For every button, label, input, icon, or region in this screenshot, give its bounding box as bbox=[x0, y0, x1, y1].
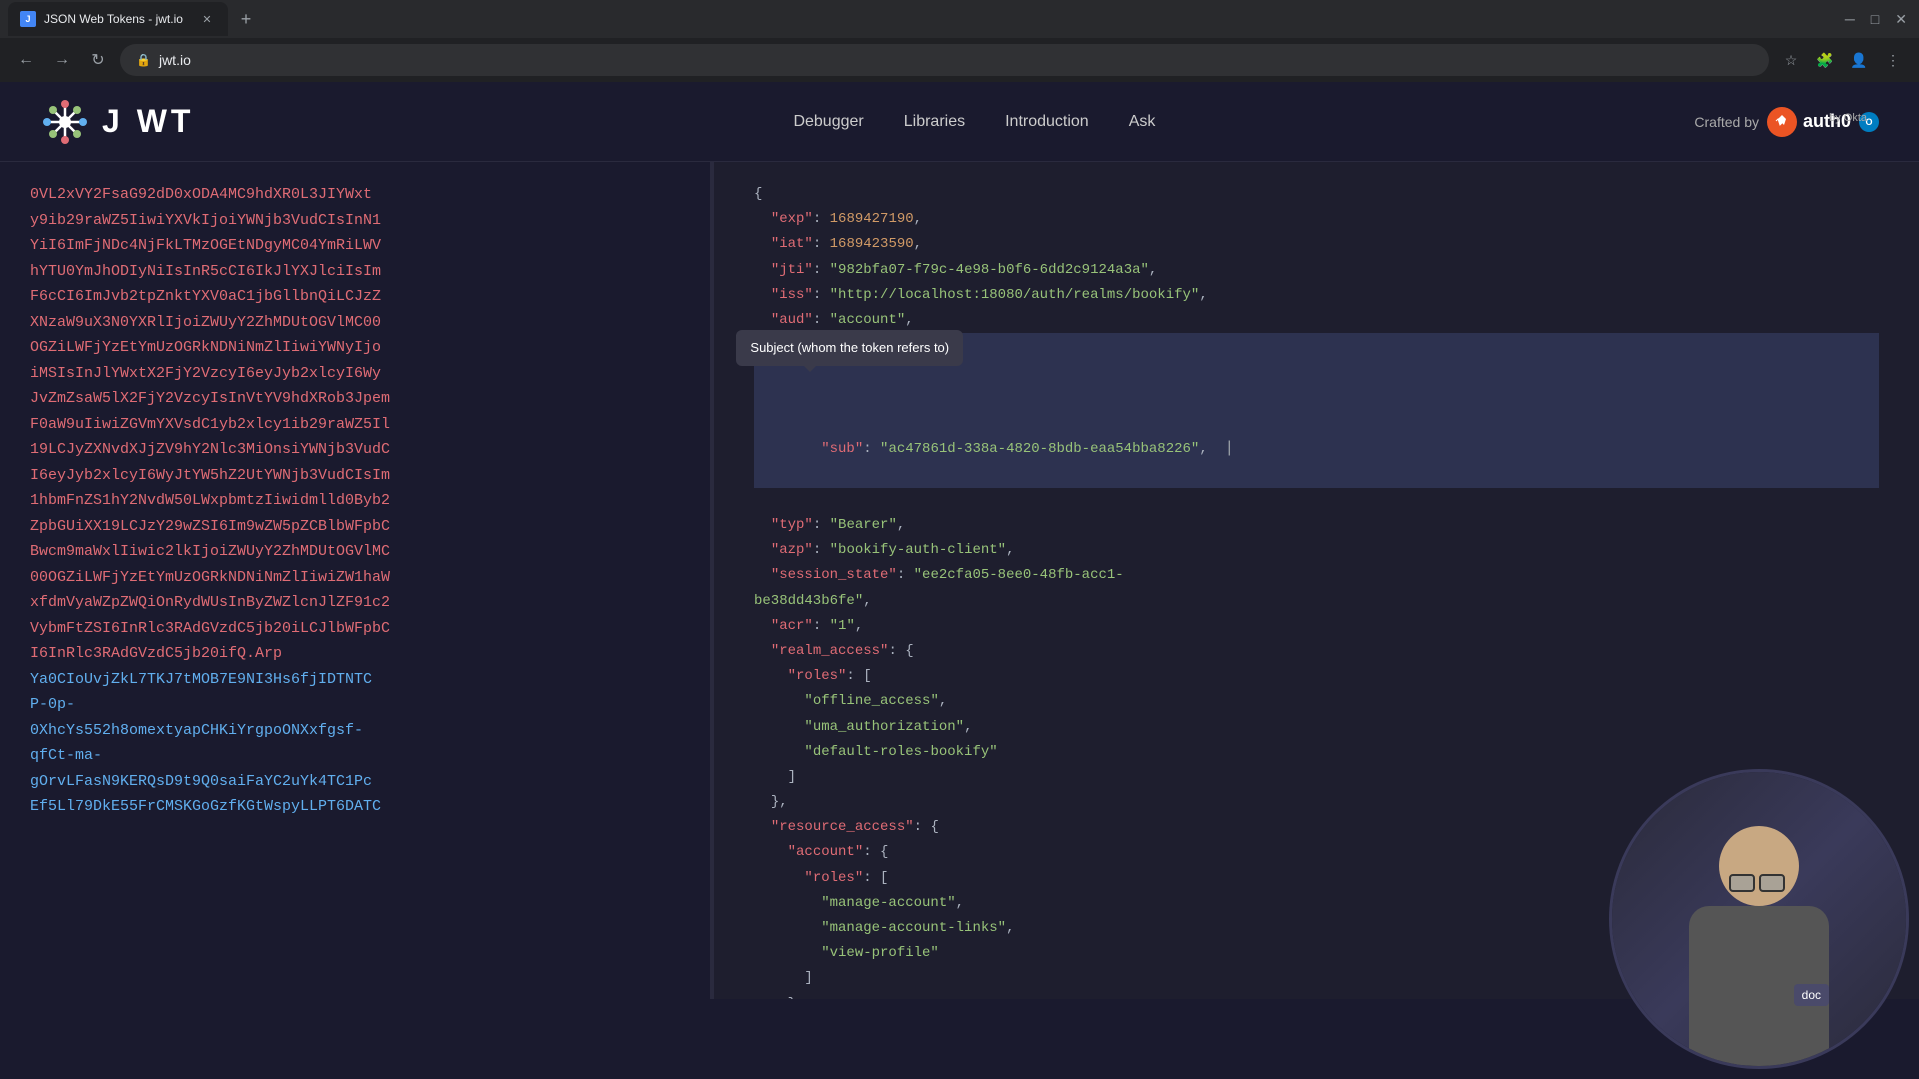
json-session-state-cont: be38dd43b6fe", bbox=[754, 593, 872, 609]
logo-text: J WT bbox=[102, 103, 194, 140]
json-role-default: "default-roles-bookify" bbox=[754, 744, 998, 760]
browser-tabs: ─ □ ✕ J JSON Web Tokens - jwt.io ✕ + bbox=[0, 0, 1919, 38]
profile-button[interactable]: 👤 bbox=[1845, 46, 1873, 74]
okta-label: by Okta bbox=[1829, 112, 1867, 124]
json-roles-close: ] bbox=[754, 769, 796, 785]
jwt-token-display: 0VL2xVY2FsaG92dD0xODA4MC9hdXR0L3JIYWxt y… bbox=[30, 182, 680, 820]
json-role-offline: "offline_access", bbox=[754, 693, 947, 709]
json-roles-label: "roles": [ bbox=[754, 668, 872, 684]
webcam-person: doc bbox=[1612, 772, 1906, 1066]
json-acr-line: "acr": "1", bbox=[754, 618, 863, 634]
glass-frame-right bbox=[1759, 874, 1785, 892]
tab-favicon: J bbox=[20, 11, 36, 27]
main-nav: Debugger Libraries Introduction Ask bbox=[254, 113, 1694, 131]
bookmark-button[interactable]: ☆ bbox=[1777, 46, 1805, 74]
json-iat-line: "iat": 1689423590, bbox=[754, 236, 922, 252]
menu-button[interactable]: ⋮ bbox=[1879, 46, 1907, 74]
glass-frame-left bbox=[1729, 874, 1755, 892]
jwt-part2-start: Ya0CIoUvjZkL7TKJ7tMOB7E9NI3Hs6fjIDTNTC P… bbox=[30, 671, 381, 816]
nav-introduction[interactable]: Introduction bbox=[1005, 113, 1089, 131]
new-tab-button[interactable]: + bbox=[232, 5, 260, 33]
tooltip: Subject (whom the token refers to) bbox=[736, 330, 963, 365]
json-account-line: "account": { bbox=[754, 844, 888, 860]
json-role-manage-links: "manage-account-links", bbox=[754, 920, 1014, 936]
jwt-token-panel: 0VL2xVY2FsaG92dD0xODA4MC9hdXR0L3JIYWxt y… bbox=[0, 162, 710, 999]
nav-debugger[interactable]: Debugger bbox=[793, 113, 863, 131]
nav-libraries[interactable]: Libraries bbox=[904, 113, 965, 131]
address-bar[interactable]: 🔒 jwt.io bbox=[120, 44, 1769, 76]
crafted-by-label: Crafted by bbox=[1694, 114, 1759, 130]
nav-ask[interactable]: Ask bbox=[1129, 113, 1156, 131]
back-button[interactable]: ← bbox=[12, 46, 40, 74]
tooltip-container: Subject (whom the token refers to) bbox=[754, 388, 821, 429]
json-role-uma: "uma_authorization", bbox=[754, 719, 972, 735]
person-glasses bbox=[1729, 874, 1789, 892]
json-role-manage-account: "manage-account", bbox=[754, 895, 964, 911]
json-session-state-line: "session_state": "ee2cfa05-8ee0-48fb-acc… bbox=[754, 567, 1124, 583]
tab-title: JSON Web Tokens - jwt.io bbox=[44, 12, 183, 26]
forward-button[interactable]: → bbox=[48, 46, 76, 74]
close-button[interactable]: ✕ bbox=[1895, 11, 1907, 28]
tab-close-button[interactable]: ✕ bbox=[198, 10, 216, 28]
json-realm-close: }, bbox=[754, 794, 788, 810]
lock-icon: 🔒 bbox=[136, 53, 151, 67]
minimize-button[interactable]: ─ bbox=[1845, 11, 1855, 27]
json-aud-line: "aud": "account", bbox=[754, 312, 914, 328]
logo-container: J WT bbox=[40, 97, 194, 147]
auth0-icon bbox=[1767, 107, 1797, 137]
maximize-button[interactable]: □ bbox=[1871, 11, 1879, 27]
json-account-close: } bbox=[754, 996, 796, 999]
active-tab[interactable]: J JSON Web Tokens - jwt.io ✕ bbox=[8, 2, 228, 36]
json-sub-line: Subject (whom the token refers to) "sub"… bbox=[754, 333, 1879, 488]
webcam-overlay: doc bbox=[1609, 769, 1909, 1069]
browser-controls: ← → ↻ 🔒 jwt.io ☆ 🧩 👤 ⋮ bbox=[0, 38, 1919, 82]
browser-chrome: ─ □ ✕ J JSON Web Tokens - jwt.io ✕ + ← →… bbox=[0, 0, 1919, 82]
jwt-part1: 0VL2xVY2FsaG92dD0xODA4MC9hdXR0L3JIYWxt y… bbox=[30, 186, 390, 662]
json-typ-line: "typ": "Bearer", bbox=[754, 517, 905, 533]
json-account-roles-label: "roles": [ bbox=[754, 870, 888, 886]
extension-button[interactable]: 🧩 bbox=[1811, 46, 1839, 74]
doc-label: doc bbox=[1794, 984, 1829, 1006]
browser-actions: ☆ 🧩 👤 ⋮ bbox=[1777, 46, 1907, 74]
reload-button[interactable]: ↻ bbox=[84, 46, 112, 74]
json-azp-line: "azp": "bookify-auth-client", bbox=[754, 542, 1014, 558]
address-text: jwt.io bbox=[159, 52, 191, 68]
person-head bbox=[1719, 826, 1799, 906]
app-header: J WT Debugger Libraries Introduction Ask… bbox=[0, 82, 1919, 162]
json-account-roles-close: ] bbox=[754, 970, 813, 986]
json-exp-line: "exp": 1689427190, bbox=[754, 211, 922, 227]
json-resource-access-line: "resource_access": { bbox=[754, 819, 939, 835]
json-open-brace: { bbox=[754, 186, 762, 202]
jwt-logo-icon bbox=[40, 97, 90, 147]
crafted-by-section: Crafted by auth0 O by Okta bbox=[1694, 107, 1879, 137]
json-role-view-profile: "view-profile" bbox=[754, 945, 939, 961]
json-realm-access-line: "realm_access": { bbox=[754, 643, 914, 659]
json-iss-line: "iss": "http://localhost:18080/auth/real… bbox=[754, 287, 1208, 303]
person-silhouette: doc bbox=[1659, 806, 1859, 1066]
json-jti-line: "jti": "982bfa07-f79c-4e98-b0f6-6dd2c912… bbox=[754, 262, 1157, 278]
